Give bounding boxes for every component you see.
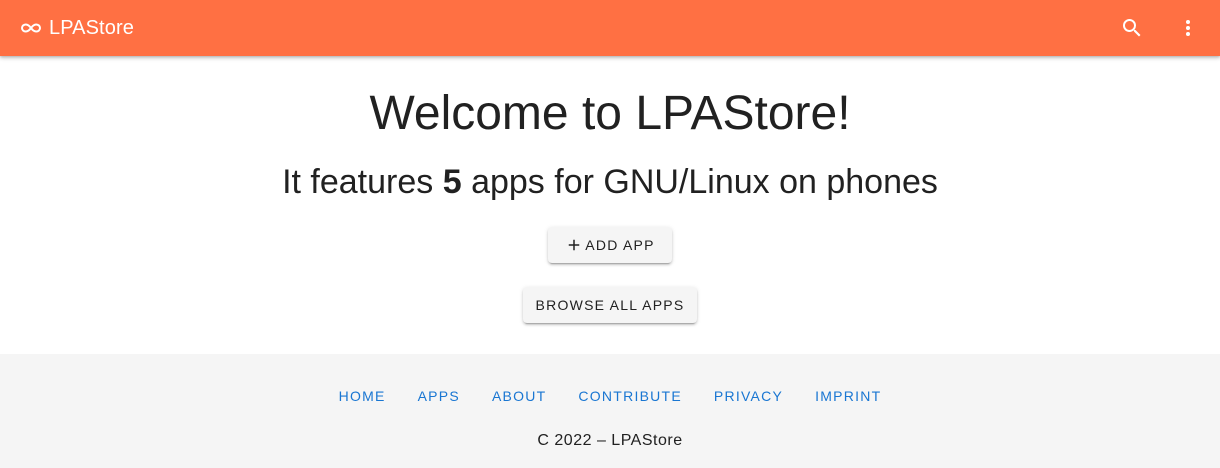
infinity-icon [20,23,42,33]
search-button[interactable] [1112,8,1152,48]
footer-link-home[interactable]: HOME [323,384,402,408]
features-text: It features 5 apps for GNU/Linux on phon… [0,162,1220,202]
footer-link-imprint[interactable]: IMPRINT [799,384,897,408]
main-content: Welcome to LPAStore! It features 5 apps … [0,56,1220,354]
features-suffix: apps for GNU/Linux on phones [461,163,938,201]
footer-link-contribute[interactable]: CONTRIBUTE [562,384,698,408]
overflow-menu-button[interactable] [1168,8,1208,48]
app-count: 5 [442,163,462,201]
dots-vertical-icon [1186,20,1190,36]
copyright-text: C 2022 – LPAStore [537,432,683,449]
footer-nav: HOME APPS ABOUT CONTRIBUTE PRIVACY IMPRI… [0,384,1220,408]
add-app-label: ADD APP [585,237,655,253]
search-icon [1123,19,1141,37]
browse-all-apps-label: BROWSE ALL APPS [535,297,685,313]
footer-link-apps[interactable]: APPS [402,384,476,408]
app-title: LPAStore [49,16,134,39]
footer: HOME APPS ABOUT CONTRIBUTE PRIVACY IMPRI… [0,354,1220,468]
features-prefix: It features [282,163,443,201]
browse-all-apps-button[interactable]: BROWSE ALL APPS [523,287,697,323]
plus-icon [569,239,580,251]
add-app-button[interactable]: ADD APP [548,227,672,263]
home-brand-link[interactable]: LPAStore [19,0,134,56]
footer-link-privacy[interactable]: PRIVACY [698,384,799,408]
app-bar: LPAStore [0,0,1220,56]
welcome-title: Welcome to LPAStore! [369,87,851,140]
footer-link-about[interactable]: ABOUT [476,384,562,408]
